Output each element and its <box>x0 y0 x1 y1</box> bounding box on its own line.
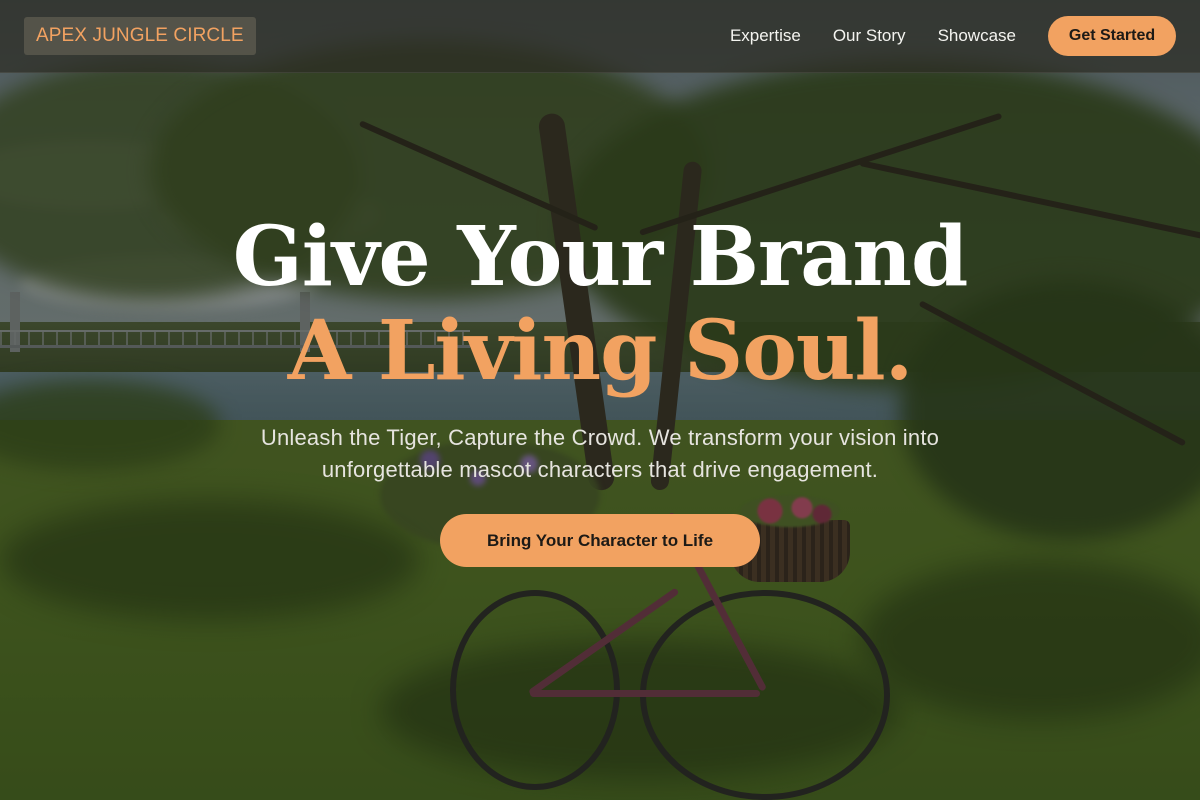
get-started-button[interactable]: Get Started <box>1048 16 1176 56</box>
nav-link-expertise[interactable]: Expertise <box>730 26 801 46</box>
headline-line-2: A Living Soul. <box>287 303 914 399</box>
landing-page: APEX JUNGLE CIRCLE Expertise Our Story S… <box>0 0 1200 800</box>
nav-menu: Expertise Our Story Showcase Get Started <box>730 16 1176 56</box>
bring-character-to-life-button[interactable]: Bring Your Character to Life <box>440 514 760 567</box>
nav-link-our-story[interactable]: Our Story <box>833 26 906 46</box>
brand-logo[interactable]: APEX JUNGLE CIRCLE <box>24 17 256 55</box>
nav-link-showcase[interactable]: Showcase <box>938 26 1016 46</box>
hero-headline: Give Your Brand A Living Soul. <box>0 210 1200 398</box>
hero-section: Give Your Brand A Living Soul. Unleash t… <box>0 210 1200 567</box>
top-navigation: APEX JUNGLE CIRCLE Expertise Our Story S… <box>0 0 1200 73</box>
hero-subtitle: Unleash the Tiger, Capture the Crowd. We… <box>260 425 940 482</box>
headline-line-1: Give Your Brand <box>232 209 969 305</box>
